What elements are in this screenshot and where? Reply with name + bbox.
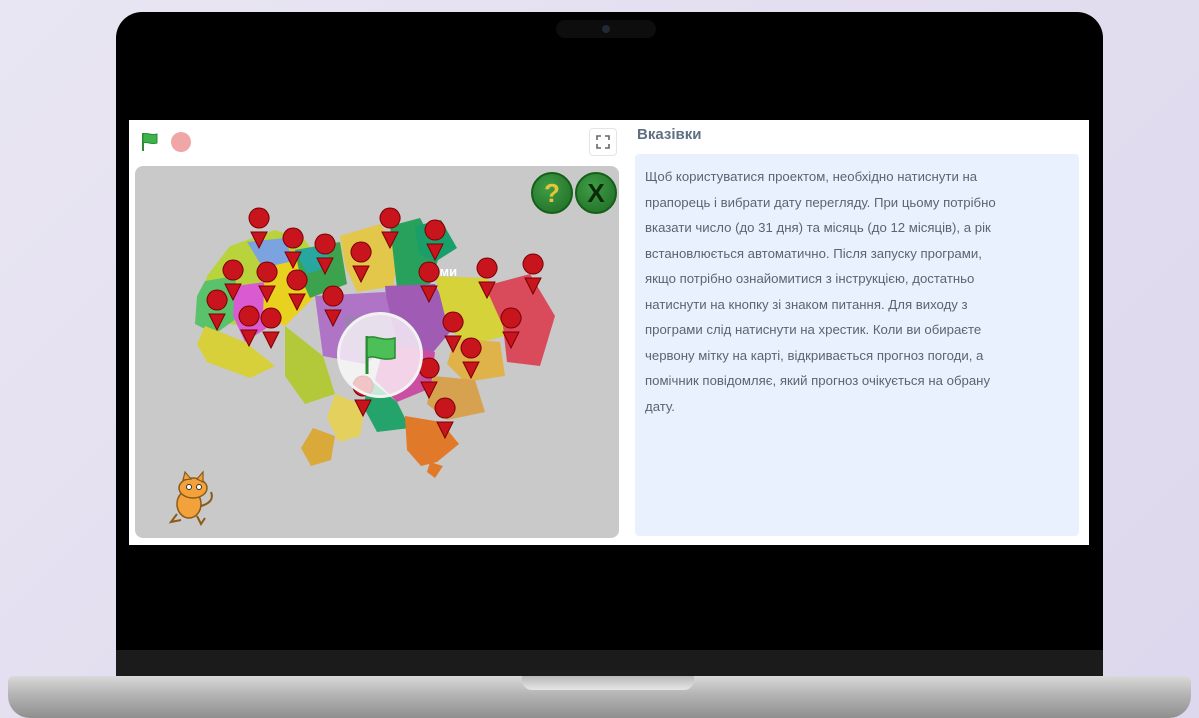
instructions-text: Щоб користуватися проектом, необхідно на… — [645, 169, 996, 414]
map-pin[interactable] — [206, 289, 228, 332]
map-pin[interactable] — [418, 261, 440, 304]
map-pin[interactable] — [256, 261, 278, 304]
green-flag-overlay-button[interactable] — [337, 312, 423, 398]
help-button[interactable]: ? — [531, 172, 573, 214]
map-pin[interactable] — [286, 269, 308, 312]
green-flag-icon — [365, 336, 396, 374]
map-pin[interactable] — [460, 337, 482, 380]
exit-button[interactable]: X — [575, 172, 617, 214]
scratch-cat-sprite[interactable] — [168, 470, 213, 526]
map-pin[interactable] — [434, 397, 456, 440]
fullscreen-icon[interactable] — [589, 128, 617, 156]
screen: Суми ? X Вказівки Щоб користуватися прое… — [129, 120, 1089, 545]
map-pin[interactable] — [379, 207, 401, 250]
map-pin[interactable] — [248, 207, 270, 250]
player-controls — [139, 130, 191, 154]
map-pin[interactable] — [500, 307, 522, 350]
instructions-title: Вказівки — [637, 126, 702, 143]
map-pin[interactable] — [238, 305, 260, 348]
instructions-box: Щоб користуватися проектом, необхідно на… — [635, 154, 1079, 536]
map-pin[interactable] — [350, 241, 372, 284]
map-pin[interactable] — [260, 307, 282, 350]
scratch-player: Суми ? X — [129, 120, 627, 545]
instructions-panel: Вказівки Щоб користуватися проектом, нео… — [627, 120, 1089, 545]
map-pin[interactable] — [522, 253, 544, 296]
map-pin[interactable] — [424, 219, 446, 262]
stop-icon[interactable] — [171, 132, 191, 152]
map-pin[interactable] — [442, 311, 464, 354]
laptop-chin — [116, 650, 1103, 676]
laptop-notch — [522, 676, 694, 690]
camera — [556, 20, 656, 38]
stage[interactable]: Суми ? X — [135, 166, 619, 538]
green-flag-icon[interactable] — [139, 131, 161, 153]
map-pin[interactable] — [222, 259, 244, 302]
map-pin[interactable] — [314, 233, 336, 276]
map-pin[interactable] — [322, 285, 344, 328]
map-pin[interactable] — [282, 227, 304, 270]
map-pin[interactable] — [476, 257, 498, 300]
